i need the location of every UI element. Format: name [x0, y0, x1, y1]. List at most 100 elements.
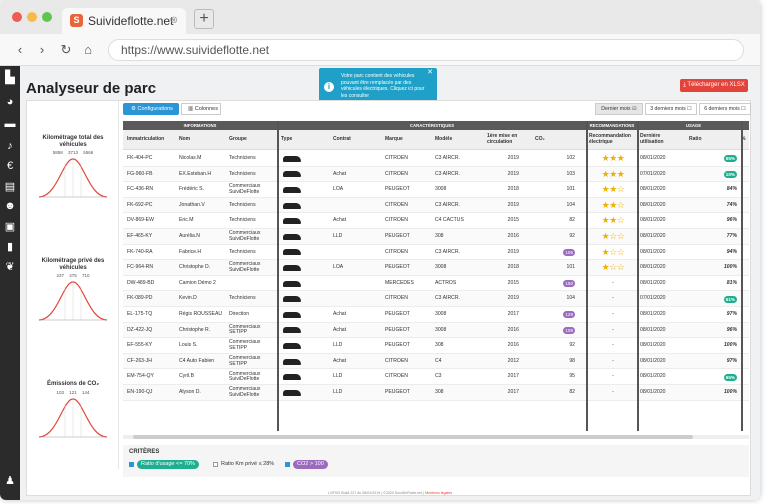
table-row[interactable]: FC-964-RN Christophe D. Commerciaux SuiviD… [123, 260, 749, 276]
vehicle-icon [283, 327, 301, 334]
footer: LOFIX2 Build 227 du 08/01/2019 | ©2020 S… [20, 491, 760, 495]
co2-value: 82 [569, 217, 575, 224]
cell-modele: C4 [435, 357, 442, 364]
col-ratio[interactable]: Ratio [689, 130, 733, 150]
col-modele[interactable]: Modèle [435, 130, 481, 150]
table-row[interactable]: EF-465-KY Aurélia.N Commerciaux SuiviDeFlo… [123, 229, 749, 245]
scrollbar-thumb[interactable] [133, 435, 693, 439]
money-icon[interactable]: ▣ [0, 220, 20, 233]
period-3-months[interactable]: 3 derniers mois ☐ [645, 103, 697, 115]
period-6-months[interactable]: 6 derniers mois ☐ [699, 103, 751, 115]
cell-marque: PEUGEOT [385, 311, 410, 318]
leaf-icon[interactable]: ❦ [0, 260, 20, 273]
reload-icon[interactable]: ↻ [58, 42, 74, 58]
col-immatriculation[interactable]: Immatriculation [127, 130, 175, 150]
column-divider [741, 121, 743, 431]
col-recommandation[interactable]: Recommandation électrique [589, 130, 637, 150]
col-nom[interactable]: Nom [179, 130, 227, 150]
checkbox-checked[interactable] [129, 462, 134, 467]
cell-nom: EX.Esteban.H [179, 170, 211, 177]
configurations-button[interactable]: ⚙ Configurations [123, 103, 179, 115]
table-row[interactable]: EN-190-QJ Alyson D. Commerciaux SuiviDeFlo… [123, 385, 749, 401]
logo-icon[interactable]: ▙ [0, 70, 20, 84]
users-icon[interactable]: ☻ [0, 200, 20, 212]
table-row[interactable]: FK-089-PD Kevin.D Techniciens CITROEN C3 AIR… [123, 291, 749, 307]
cell-contrat: Achat [333, 217, 347, 224]
table-row[interactable]: EF-555-KY Louis S. Commerciaux SETIPP LLD PE… [123, 338, 749, 354]
checkbox-unchecked[interactable] [213, 462, 218, 467]
table-row[interactable]: FK-692-PC Jonathan.V Techniciens CITROEN C3 … [123, 197, 749, 214]
table-row[interactable]: EL-175-TQ Régis ROUSSEAU Direction Achat PEU… [123, 307, 749, 323]
maximize-window-icon[interactable] [42, 12, 52, 22]
graph-values-co2: 103 121 144 [56, 390, 90, 395]
configurations-label: Configurations [137, 106, 173, 112]
cell-nom: Aurélia.N [179, 233, 200, 240]
columns-button[interactable]: ▥ Colonnes [181, 103, 221, 115]
criterion-usage[interactable]: Ratio d'usage <= 70% [129, 460, 199, 469]
co2-value: 103 [566, 170, 576, 177]
car-icon[interactable]: ▬ [0, 118, 20, 130]
bell-icon[interactable]: ♪ [0, 140, 20, 152]
cell-groupe: Techniciens [229, 295, 256, 302]
col-groupe[interactable]: Groupe [229, 130, 277, 150]
back-icon[interactable]: ‹ [12, 42, 28, 57]
address-bar[interactable]: https://www.suivideflotte.net [108, 39, 744, 61]
cell-groupe [229, 276, 277, 292]
bell-curve-private-km [38, 281, 108, 321]
new-tab-button[interactable]: + [194, 9, 214, 29]
legal-link[interactable]: Mentions légales [425, 491, 452, 495]
close-window-icon[interactable] [12, 12, 22, 22]
nav-bar: ‹ › ↻ ⌂ https://www.suivideflotte.net [0, 34, 760, 66]
table-row[interactable]: FK-404-PC Nicolas.M Techniciens CITROEN C3 A… [123, 151, 749, 167]
cell-nom: Jonathan.V [179, 201, 205, 208]
cell-nom: Fabrice.H [179, 248, 202, 255]
co2-value: 129 [563, 311, 575, 319]
star-rating: ★ ★ ★ [589, 167, 637, 183]
horizontal-scrollbar[interactable] [123, 435, 749, 439]
browser-tab[interactable]: S Suivideflotte.net ⊗ [62, 8, 186, 34]
cell-annee: 2017 [507, 373, 519, 380]
col-contrat[interactable]: Contrat [333, 130, 377, 150]
cell-contrat: LOA [333, 186, 344, 193]
criterion-co2[interactable]: CO2 > 100 [285, 460, 328, 469]
period-label: 6 derniers mois [704, 106, 740, 112]
co2-value: 95 [569, 373, 575, 380]
document-icon[interactable]: ▤ [0, 180, 20, 193]
ratio-value: 61% [723, 295, 737, 303]
col-type[interactable]: Type [281, 130, 327, 150]
col-derniere-utilisation[interactable]: Dernière utilisation [640, 130, 682, 150]
cell-annee: 2015 [507, 217, 519, 224]
table-row[interactable]: EM-754-QY Cyril.B Commerciaux SuiviDeFlott… [123, 369, 749, 385]
col-marque[interactable]: Marque [385, 130, 431, 150]
table-row[interactable]: DV-869-EW Eric.M Techniciens Achat CITROEN C4… [123, 213, 749, 229]
criterion-private-km[interactable]: Ratio Km privé ≤ 28% [213, 460, 274, 469]
close-toast-icon[interactable]: ✕ [427, 69, 433, 77]
cell-groupe: Techniciens [229, 201, 256, 208]
cell-contrat: Achat [333, 170, 347, 177]
col-mise-en-circulation[interactable]: 1ère mise en circulation [487, 130, 529, 150]
cell-nom: Christophe D. [179, 264, 211, 271]
cell-immat: FC-436-RN [127, 186, 154, 193]
fuel-icon[interactable]: ▮ [0, 240, 20, 253]
user-icon[interactable]: ♟ [0, 474, 20, 487]
col-co2[interactable]: CO₂ [535, 130, 575, 150]
minimize-window-icon[interactable] [27, 12, 37, 22]
table-row[interactable]: FG-960-FB EX.Esteban.H Techniciens Achat CIT… [123, 166, 749, 183]
cell-marque: CITROEN [385, 248, 408, 255]
table-row[interactable]: CF-263-JH C4 Auto Fabien Commerciaux SETIP… [123, 353, 749, 370]
cell-modele: C3 AIRCR. [435, 295, 460, 302]
home-icon[interactable]: ⌂ [80, 42, 96, 57]
chart-icon[interactable]: ◕ [0, 96, 20, 108]
euro-icon[interactable]: € [0, 160, 20, 172]
close-tab-icon[interactable]: ⊗ [170, 8, 178, 34]
table-row[interactable]: DW-489-BD Camion Démo 2 MERCEDES ACTROS 2015… [123, 276, 749, 292]
table-row[interactable]: DZ-422-JQ Christophe R. Commerciaux SETIPP… [123, 322, 749, 339]
table-row[interactable]: FK-740-RA Fabrice.H Techniciens CITROEN C3 A… [123, 245, 749, 261]
table-row[interactable]: FC-436-RN Frédéric S. Commerciaux SuiviDeF… [123, 182, 749, 198]
forward-icon[interactable]: › [34, 42, 50, 57]
period-last-month[interactable]: Dernier mois ☑ [595, 103, 643, 115]
checkbox-checked[interactable] [285, 462, 290, 467]
cell-contrat: LLD [333, 389, 343, 396]
download-xlsx-button[interactable]: ⤓ Télécharger en XLSX [680, 79, 748, 92]
criterion-usage-label: Ratio d'usage <= 70% [137, 460, 199, 469]
